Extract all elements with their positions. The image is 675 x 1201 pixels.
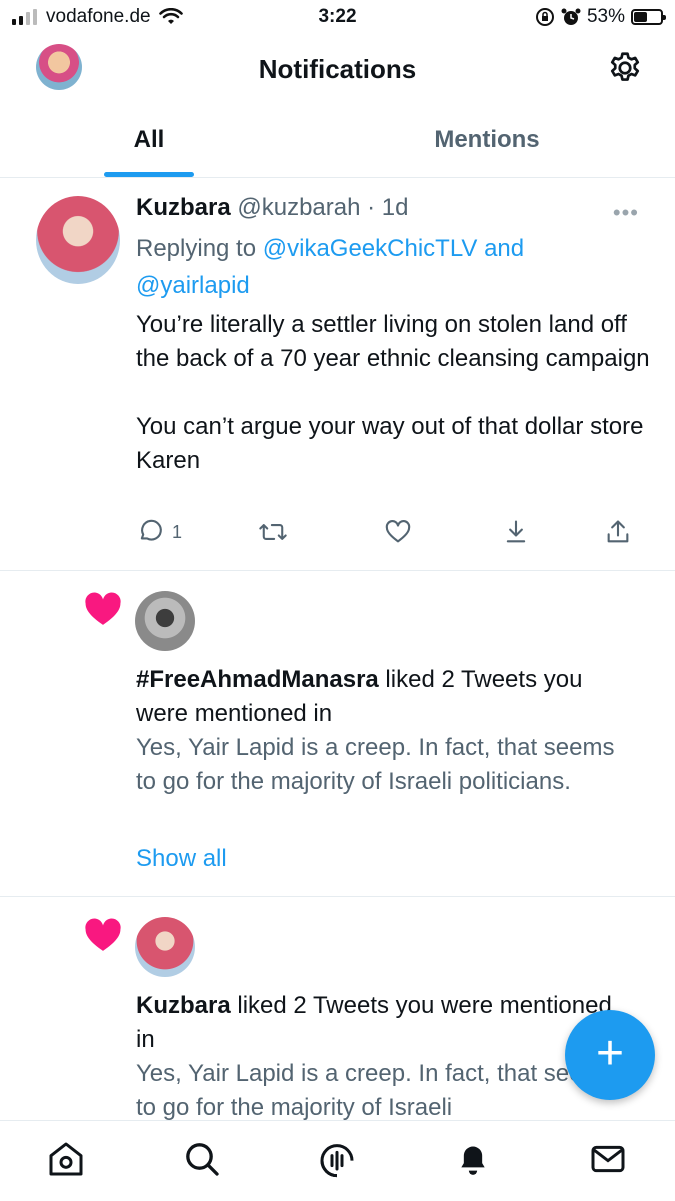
reply-icon (140, 519, 162, 541)
alarm-icon (561, 8, 581, 25)
mention-link-2[interactable]: @yairlapid (136, 272, 250, 299)
notification-text: Kuzbara liked 2 Tweets you were mentione… (136, 989, 636, 1125)
header: Notifications (0, 36, 675, 102)
replying-to: Replying to @vikaGeekChicTLV and @yairlap… (136, 230, 616, 304)
more-icon[interactable]: ••• (613, 200, 639, 226)
show-all-link[interactable]: Show all (136, 845, 227, 873)
tweet-author-name[interactable]: Kuzbara (136, 194, 231, 221)
tweet-paragraph: You’re literally a settler living on sto… (136, 311, 650, 372)
replying-to-prefix: Replying to (136, 235, 263, 262)
retweet-button[interactable] (258, 518, 288, 546)
tab-selected-indicator (104, 172, 194, 177)
compose-button[interactable]: + (565, 1010, 655, 1100)
tab-mentions[interactable]: Mentions (400, 126, 574, 154)
battery-percent: 53% (586, 6, 625, 27)
mention-link-1[interactable]: @vikaGeekChicTLV (263, 235, 478, 262)
notification-preview: Yes, Yair Lapid is a creep. In fact, tha… (136, 1060, 615, 1121)
like-notification[interactable]: #FreeAhmadManasra liked 2 Tweets you wer… (0, 571, 675, 897)
reply-button[interactable]: 1 (136, 518, 182, 546)
page-title: Notifications (258, 54, 417, 84)
retweet-icon (259, 524, 287, 540)
spaces-icon[interactable] (317, 1139, 357, 1179)
tweet-body: You’re literally a settler living on sto… (136, 308, 656, 512)
reply-count: 1 (172, 521, 183, 542)
gear-icon[interactable] (607, 50, 643, 86)
share-button[interactable] (604, 518, 632, 546)
tab-bar: All Mentions (0, 102, 675, 178)
notification-actor-avatar[interactable] (135, 917, 195, 977)
like-icon (385, 520, 411, 543)
heart-icon (85, 592, 121, 625)
tweet-paragraph: You can’t argue your way out of that dol… (136, 413, 644, 474)
bottom-nav (0, 1120, 675, 1201)
status-right: 53% (535, 6, 666, 28)
status-bar: vodafone.de 3:22 53% (0, 0, 675, 36)
replying-to-and: and (477, 235, 525, 262)
notifications-icon[interactable] (453, 1139, 493, 1179)
tab-all[interactable]: All (104, 126, 194, 154)
heart-icon (85, 918, 121, 951)
notification-text: #FreeAhmadManasra liked 2 Tweets you wer… (136, 663, 636, 799)
notification-actor-name[interactable]: #FreeAhmadManasra (136, 666, 379, 693)
battery-icon (631, 9, 666, 25)
notification-actor-avatar[interactable] (135, 591, 195, 651)
download-button[interactable] (502, 518, 530, 546)
tweet-header: Kuzbara @kuzbarah · 1d (136, 194, 408, 222)
download-icon (506, 520, 526, 543)
messages-icon[interactable] (588, 1139, 628, 1179)
compose-plus-icon: + (595, 1027, 625, 1080)
tweet-item[interactable]: Kuzbara @kuzbarah · 1d ••• Replying to @… (0, 178, 675, 571)
tweet-actions: 1 (136, 518, 636, 552)
notification-actor-name[interactable]: Kuzbara (136, 992, 231, 1019)
home-icon[interactable] (46, 1139, 86, 1179)
tweet-author-avatar[interactable] (36, 196, 120, 284)
orientation-lock-icon (535, 8, 554, 26)
tweet-handle-time: @kuzbarah · 1d (237, 194, 409, 221)
share-icon (607, 520, 629, 543)
like-button[interactable] (384, 518, 412, 546)
search-icon[interactable] (182, 1139, 222, 1179)
notification-preview: Yes, Yair Lapid is a creep. In fact, tha… (136, 734, 615, 795)
